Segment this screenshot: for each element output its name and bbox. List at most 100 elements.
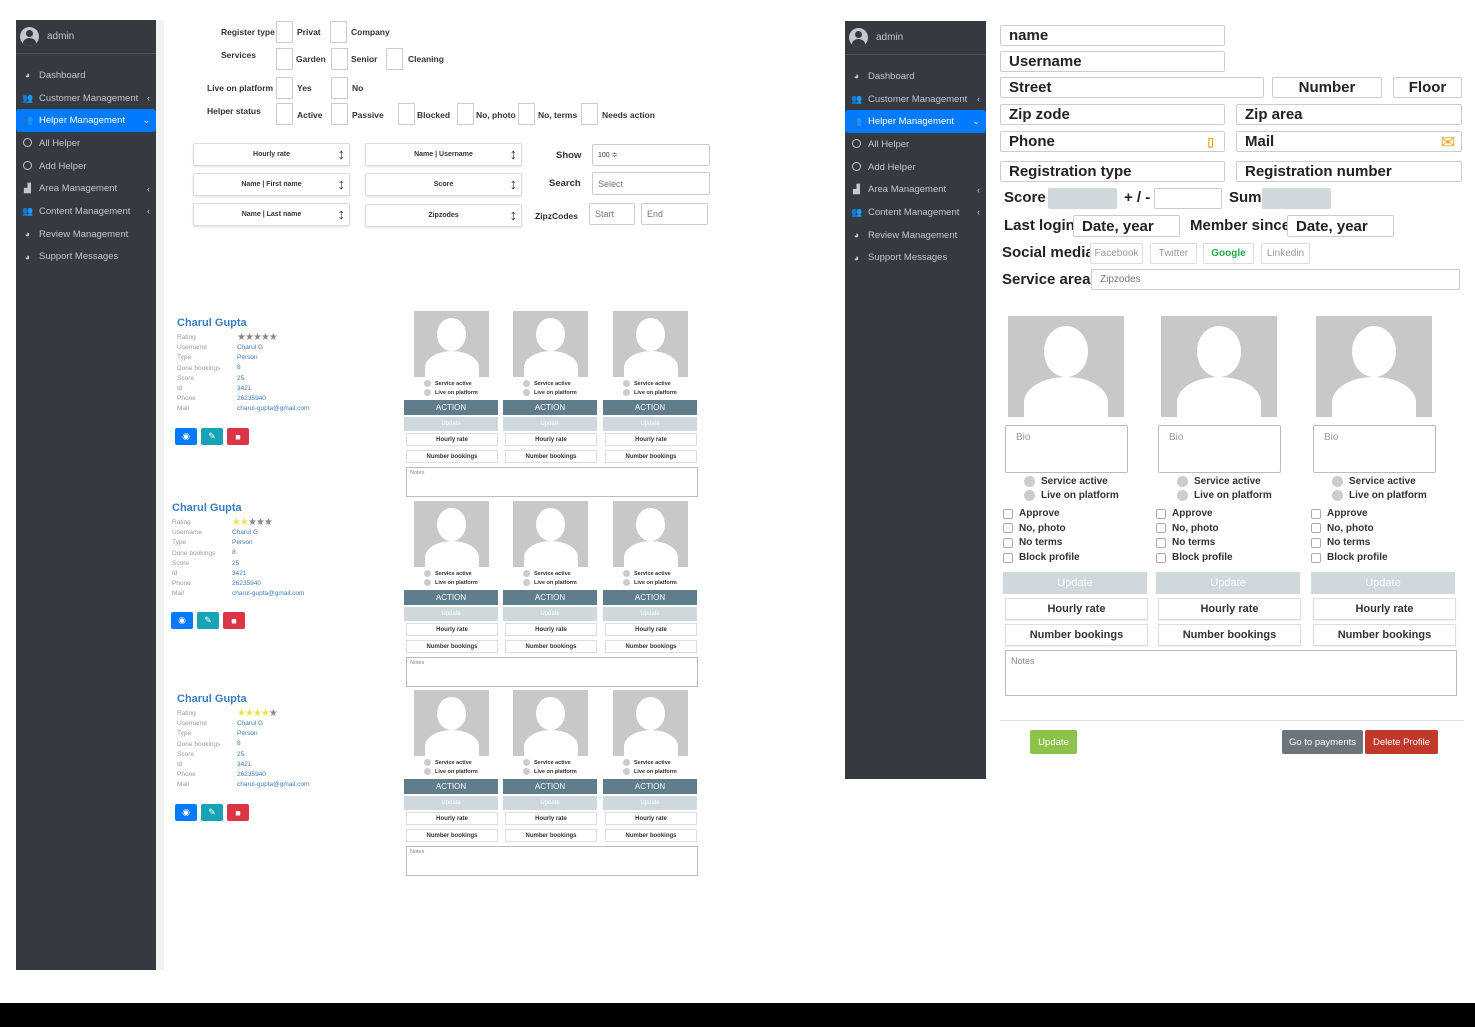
service-active-radio[interactable]: Service active [623,380,671,387]
number-bookings-box[interactable]: Number bookings [1005,624,1148,646]
hourly-rate-box[interactable]: Hourly rate [1158,598,1301,620]
facebook-button[interactable]: Facebook [1090,243,1143,264]
show-select[interactable]: 100 ≑ [592,144,710,166]
profile-notes-textarea[interactable]: Notes [1005,650,1457,696]
number-bookings-box[interactable]: Number bookings [605,450,697,463]
sidebar-item-customer-management[interactable]: 👥 Customer Management ‹ [845,88,986,111]
sort-zipzodes[interactable]: Zipzodes ↕ [365,204,522,227]
delete-button[interactable]: ■ [227,804,249,821]
hourly-rate-box[interactable]: Hourly rate [1313,598,1456,620]
checkbox-no-photo[interactable] [457,103,474,125]
hourly-rate-box[interactable]: Hourly rate [505,623,597,636]
service-active-radio[interactable]: Service active [523,570,571,577]
checkbox-approve[interactable]: Approve [1311,508,1368,519]
hourly-rate-box[interactable]: Hourly rate [605,433,697,446]
edit-button[interactable]: ✎ [201,804,223,821]
bio-textarea[interactable]: Bio [1158,425,1281,473]
action-button[interactable]: ACTION [603,590,697,605]
checkbox-no[interactable] [331,77,348,99]
checkbox-no-terms[interactable] [518,103,535,125]
sort-last-name[interactable]: Name | Last name ↕ [193,203,350,226]
zip-area-field[interactable]: Zip area [1236,104,1462,125]
checkbox-passive[interactable] [331,103,348,125]
number-bookings-box[interactable]: Number bookings [406,450,498,463]
checkbox-no-terms[interactable]: No terms [1003,537,1062,548]
number-bookings-box[interactable]: Number bookings [505,829,597,842]
checkbox-privat[interactable] [276,21,293,43]
street-field[interactable]: Street [1000,77,1264,98]
service-active-radio[interactable]: Service active [523,380,571,387]
sidebar-item-add-helper[interactable]: Add Helper [845,156,986,179]
checkbox-senior[interactable] [331,48,348,70]
live-on-platform-radio[interactable]: Live on platform [424,768,478,775]
action-button[interactable]: ACTION [503,400,597,415]
hourly-rate-box[interactable]: Hourly rate [505,812,597,825]
edit-button[interactable]: ✎ [201,428,223,445]
action-button[interactable]: ACTION [503,779,597,794]
profile-update-button[interactable]: Update [1311,572,1455,594]
service-active-radio[interactable]: Service active [1332,476,1416,487]
action-button[interactable]: ACTION [404,779,498,794]
sort-first-name[interactable]: Name | First name ↕ [193,173,350,196]
zip-code-field[interactable]: Zip zode [1000,104,1225,125]
service-active-radio[interactable]: Service active [424,759,472,766]
delete-button[interactable]: ■ [223,612,245,629]
service-active-radio[interactable]: Service active [424,380,472,387]
action-button[interactable]: ACTION [404,590,498,605]
service-active-radio[interactable]: Service active [623,570,671,577]
checkbox-needs-action[interactable] [581,103,598,125]
checkbox-block-profile[interactable]: Block profile [1156,552,1233,563]
number-bookings-box[interactable]: Number bookings [505,640,597,653]
update-button[interactable]: Update [603,417,697,431]
sidebar-user[interactable]: admin [845,21,986,55]
sidebar-item-dashboard[interactable]: ◕ Dashboard [16,64,156,87]
go-to-payments-button[interactable]: Go to payments [1282,730,1363,754]
zip-start-input[interactable]: Start [589,203,635,225]
number-bookings-box[interactable]: Number bookings [406,640,498,653]
checkbox-blocked[interactable] [398,103,415,125]
hourly-rate-box[interactable]: Hourly rate [605,623,697,636]
sidebar-item-review-management[interactable]: ◕ Review Management [16,223,156,246]
live-on-platform-radio[interactable]: Live on platform [623,579,677,586]
hourly-rate-box[interactable]: Hourly rate [406,812,498,825]
sort-username[interactable]: Name | Username ↕ [365,143,522,166]
update-button[interactable]: Update [404,417,498,431]
update-button[interactable]: Update [404,796,498,810]
delete-button[interactable]: ■ [227,428,249,445]
sidebar-item-dashboard[interactable]: ◕ Dashboard [845,65,986,88]
update-button[interactable]: Update [503,796,597,810]
view-button[interactable]: ◉ [171,612,193,629]
checkbox-no-terms[interactable]: No terms [1311,537,1370,548]
bio-textarea[interactable]: Bio [1313,425,1436,473]
bio-textarea[interactable]: Bio [1005,425,1128,473]
sidebar-item-review-management[interactable]: ◕ Review Management [845,224,986,247]
checkbox-no-photo[interactable]: No, photo [1156,523,1219,534]
checkbox-no-photo[interactable]: No, photo [1003,523,1066,534]
profile-update-button[interactable]: Update [1156,572,1300,594]
notes-textarea[interactable]: Notes [406,657,698,687]
checkbox-approve[interactable]: Approve [1003,508,1060,519]
edit-button[interactable]: ✎ [197,612,219,629]
checkbox-approve[interactable]: Approve [1156,508,1213,519]
checkbox-block-profile[interactable]: Block profile [1311,552,1388,563]
hourly-rate-box[interactable]: Hourly rate [505,433,597,446]
sidebar-item-area-management[interactable]: ▟ Area Management ‹ [16,177,156,200]
helper-name[interactable]: Charul Gupta [177,693,247,705]
action-button[interactable]: ACTION [503,590,597,605]
name-field[interactable]: name [1000,25,1225,46]
action-button[interactable]: ACTION [603,400,697,415]
phone-field[interactable]: Phone ▯ [1000,131,1225,152]
helper-name[interactable]: Charul Gupta [172,502,242,514]
live-on-platform-radio[interactable]: Live on platform [523,579,577,586]
linkedin-button[interactable]: Linkedin [1261,243,1310,264]
plus-minus-input[interactable] [1154,188,1222,209]
sidebar-item-support-messages[interactable]: ◕ Support Messages [16,246,156,269]
view-button[interactable]: ◉ [175,804,197,821]
number-bookings-box[interactable]: Number bookings [505,450,597,463]
checkbox-cleaning[interactable] [386,48,403,70]
username-field[interactable]: Username [1000,51,1225,72]
checkbox-garden[interactable] [276,48,293,70]
checkbox-yes[interactable] [276,77,293,99]
service-active-radio[interactable]: Service active [1024,476,1108,487]
sidebar-item-support-messages[interactable]: ◕ Support Messages [845,247,986,270]
